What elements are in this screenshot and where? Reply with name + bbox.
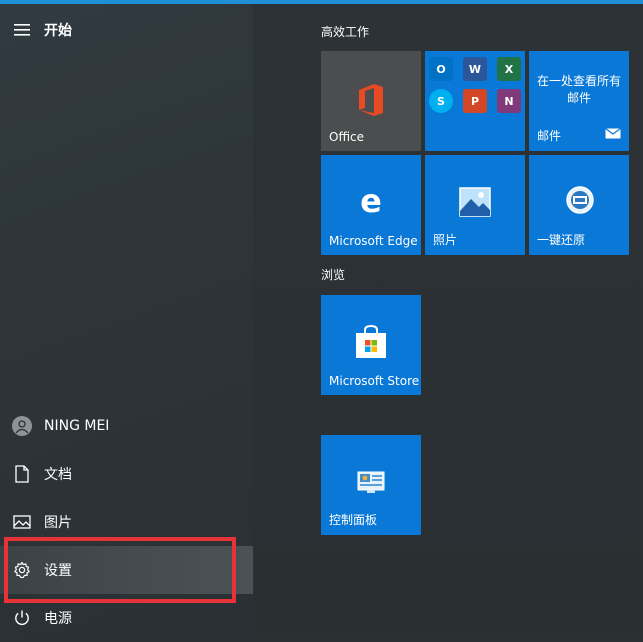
nav-power-label: 电源 [44,611,72,627]
tile-office-label: Office [329,130,365,144]
start-title: 开始 [44,23,72,39]
envelope-icon [605,124,621,143]
control-panel-icon [357,471,385,499]
tile-store[interactable]: Microsoft Store [321,295,421,395]
tile-control-panel-label: 控制面板 [329,513,378,527]
outlook-icon[interactable]: O [429,57,453,81]
tile-control-panel[interactable]: 控制面板 [321,435,421,535]
mail-description: 在一处查看所有邮件 [536,74,621,105]
document-icon [0,465,44,483]
store-bag-icon [355,324,387,363]
start-menu-header[interactable]: 开始 [0,8,253,52]
tile-restore[interactable]: 一键还原 [529,155,629,255]
edge-icon: e [355,182,387,221]
onenote-icon[interactable]: N [497,89,521,113]
excel-icon[interactable]: X [497,57,521,81]
nav-documents-label: 文档 [44,467,72,483]
nav-documents[interactable]: 文档 [0,450,253,498]
group-title-productivity: 高效工作 [321,25,370,39]
highlight-box [4,537,236,603]
picture-icon [0,515,44,529]
tile-edge-label: Microsoft Edge [329,234,418,248]
skype-icon[interactable]: S [429,89,453,113]
user-account[interactable]: NING MEI [0,402,253,450]
nav-pictures-label: 图片 [44,515,72,531]
hamburger-icon[interactable] [0,24,44,36]
restore-icon [565,185,595,219]
user-name: NING MEI [44,418,110,434]
office-logo-icon [357,83,385,121]
word-icon[interactable]: W [463,57,487,81]
tile-mail[interactable]: 在一处查看所有邮件 邮件 [529,51,629,151]
tile-office[interactable]: Office [321,51,421,151]
svg-text:e: e [360,185,382,217]
tile-photos[interactable]: 照片 [425,155,525,255]
group-title-browse: 浏览 [321,268,346,282]
power-icon [0,609,44,627]
tile-mail-label: 邮件 [537,129,562,143]
tile-store-label: Microsoft Store [329,374,420,388]
tile-edge[interactable]: e Microsoft Edge [321,155,421,255]
photos-icon [459,187,491,221]
tile-office-apps[interactable]: O W X S P N [425,51,525,151]
powerpoint-icon[interactable]: P [463,89,487,113]
avatar-icon [12,416,32,436]
tile-photos-label: 照片 [433,233,458,247]
tile-restore-label: 一键还原 [537,233,586,247]
